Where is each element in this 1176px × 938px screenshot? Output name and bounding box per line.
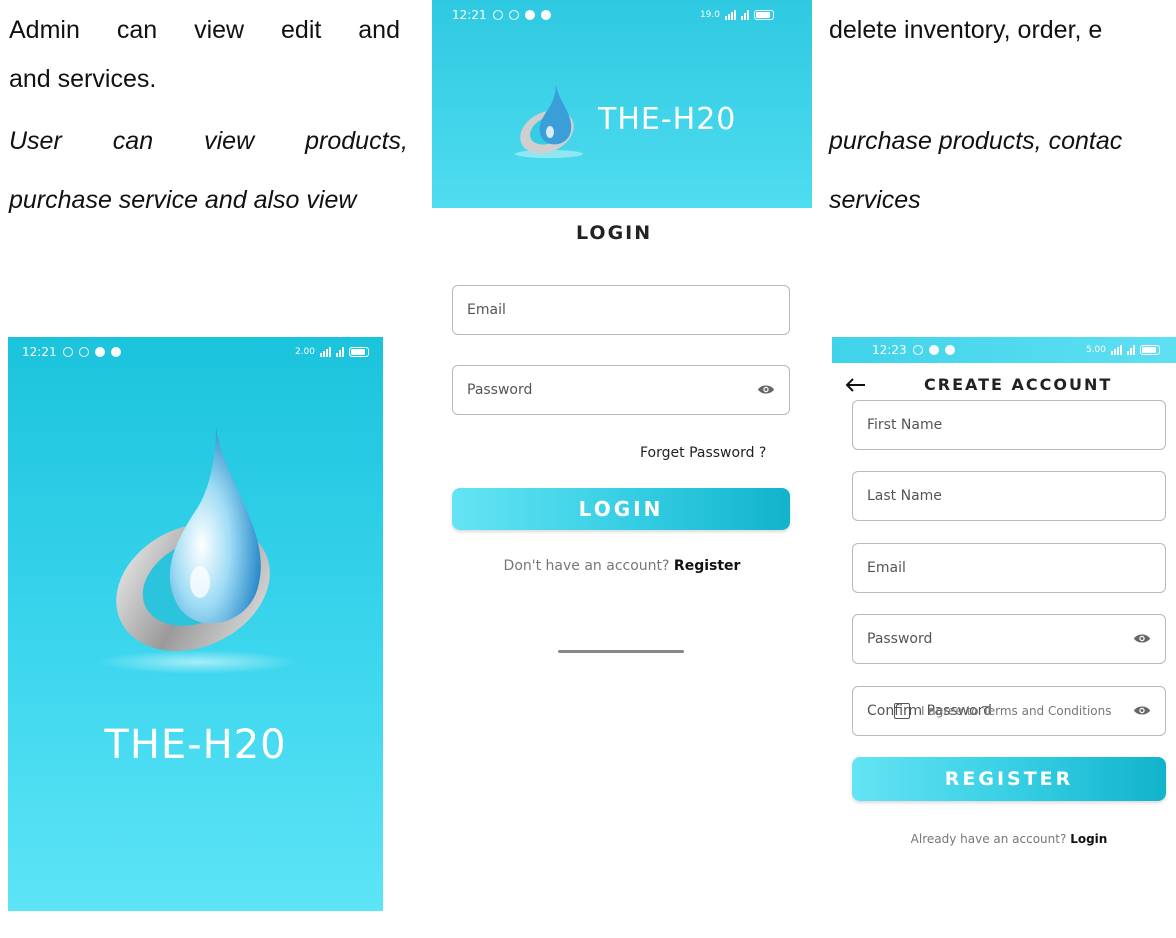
login-link[interactable]: Login — [1070, 832, 1107, 846]
admin-paragraph-line-1-right: delete inventory, order, e — [829, 16, 1103, 44]
forgot-password-link[interactable]: Forget Password ? — [640, 445, 766, 461]
splash-screen: 12:21 2.00 THE-H20 — [8, 337, 383, 911]
admin-word: can — [116, 16, 158, 44]
signal-icon-2 — [336, 347, 344, 357]
whatsapp-icon — [508, 10, 519, 20]
first-name-field[interactable] — [852, 400, 1166, 450]
network-speed: 5.00 — [1085, 345, 1106, 355]
message-icon — [944, 345, 955, 355]
register-link[interactable]: Register — [674, 558, 741, 574]
email-input[interactable] — [867, 560, 1106, 576]
network-speed: 19.0 — [699, 10, 720, 20]
message-icon — [540, 10, 551, 20]
signal-icon-2 — [1127, 345, 1135, 355]
status-bar: 12:21 2.00 — [8, 337, 383, 367]
email-field[interactable] — [852, 543, 1166, 593]
eye-icon[interactable] — [1133, 633, 1151, 644]
email-field[interactable] — [452, 285, 790, 335]
last-name-input[interactable] — [867, 488, 1106, 504]
back-arrow-icon[interactable] — [844, 377, 866, 393]
login-prompt: Already have an account? Login — [852, 832, 1166, 846]
chrome-icon — [94, 347, 105, 357]
admin-word: view — [194, 16, 245, 44]
user-paragraph-line-1-right: purchase products, contac — [829, 127, 1123, 155]
admin-word: and — [358, 16, 400, 44]
login-title: LOGIN — [576, 222, 653, 244]
eye-icon[interactable] — [1133, 705, 1151, 716]
user-word: view — [204, 127, 255, 155]
splash-brand-title: THE-H20 — [104, 722, 287, 768]
whatsapp-icon — [78, 347, 89, 357]
terms-label: I agree to Terms and Conditions — [921, 704, 1112, 718]
email-input[interactable] — [467, 302, 725, 318]
user-word: User — [9, 127, 62, 155]
password-field[interactable] — [852, 614, 1166, 664]
chrome-icon — [928, 345, 939, 355]
status-bar: 12:21 19.0 — [432, 0, 812, 30]
admin-paragraph-line-2: and services. — [9, 65, 157, 93]
status-time: 12:23 — [872, 343, 907, 357]
status-bar: 12:23 5.00 — [832, 337, 1176, 363]
network-speed: 2.00 — [294, 347, 315, 357]
password-input[interactable] — [467, 382, 725, 398]
battery-icon — [1140, 345, 1160, 355]
water-drop-logo-icon — [98, 427, 298, 674]
user-paragraph-line-1-left: User can view products, — [9, 125, 408, 157]
last-name-field[interactable] — [852, 471, 1166, 521]
notification-icon — [912, 345, 923, 355]
notification-icon — [62, 347, 73, 357]
status-time: 12:21 — [22, 345, 57, 359]
water-drop-logo-icon — [515, 84, 583, 158]
terms-checkbox[interactable] — [894, 703, 910, 719]
admin-word: Admin — [9, 16, 80, 44]
create-account-title: CREATE ACCOUNT — [924, 375, 1113, 394]
signal-icon — [320, 347, 331, 357]
user-paragraph-line-2: purchase service and also view — [9, 186, 357, 214]
admin-word: edit — [281, 16, 322, 44]
password-input[interactable] — [867, 631, 1106, 647]
home-indicator — [558, 650, 684, 653]
user-paragraph-line-2-right: services — [829, 186, 921, 214]
login-brand-title: THE-H20 — [598, 102, 737, 137]
battery-icon — [754, 10, 774, 20]
status-time: 12:21 — [452, 8, 487, 22]
first-name-input[interactable] — [867, 417, 1106, 433]
register-button[interactable]: REGISTER — [852, 757, 1166, 801]
login-screen: 12:21 19.0 THE-H20 LOGIN Email Forget Pa… — [432, 0, 812, 690]
signal-icon-2 — [741, 10, 749, 20]
chrome-icon — [524, 10, 535, 20]
register-prompt: Don't have an account? Register — [432, 558, 812, 574]
eye-icon[interactable] — [757, 384, 775, 395]
message-icon — [110, 347, 121, 357]
battery-icon — [349, 347, 369, 357]
signal-icon — [725, 10, 736, 20]
admin-paragraph-line-1-left: Admin can view edit and — [9, 14, 400, 46]
no-account-text: Don't have an account? — [503, 558, 670, 574]
user-word: can — [112, 127, 154, 155]
password-field[interactable] — [452, 365, 790, 415]
login-header: 12:21 19.0 THE-H20 — [432, 0, 812, 208]
login-button[interactable]: LOGIN — [452, 488, 790, 530]
signal-icon — [1111, 345, 1122, 355]
have-account-text: Already have an account? — [910, 832, 1067, 846]
notification-icon — [492, 10, 503, 20]
user-word: products, — [305, 127, 408, 155]
